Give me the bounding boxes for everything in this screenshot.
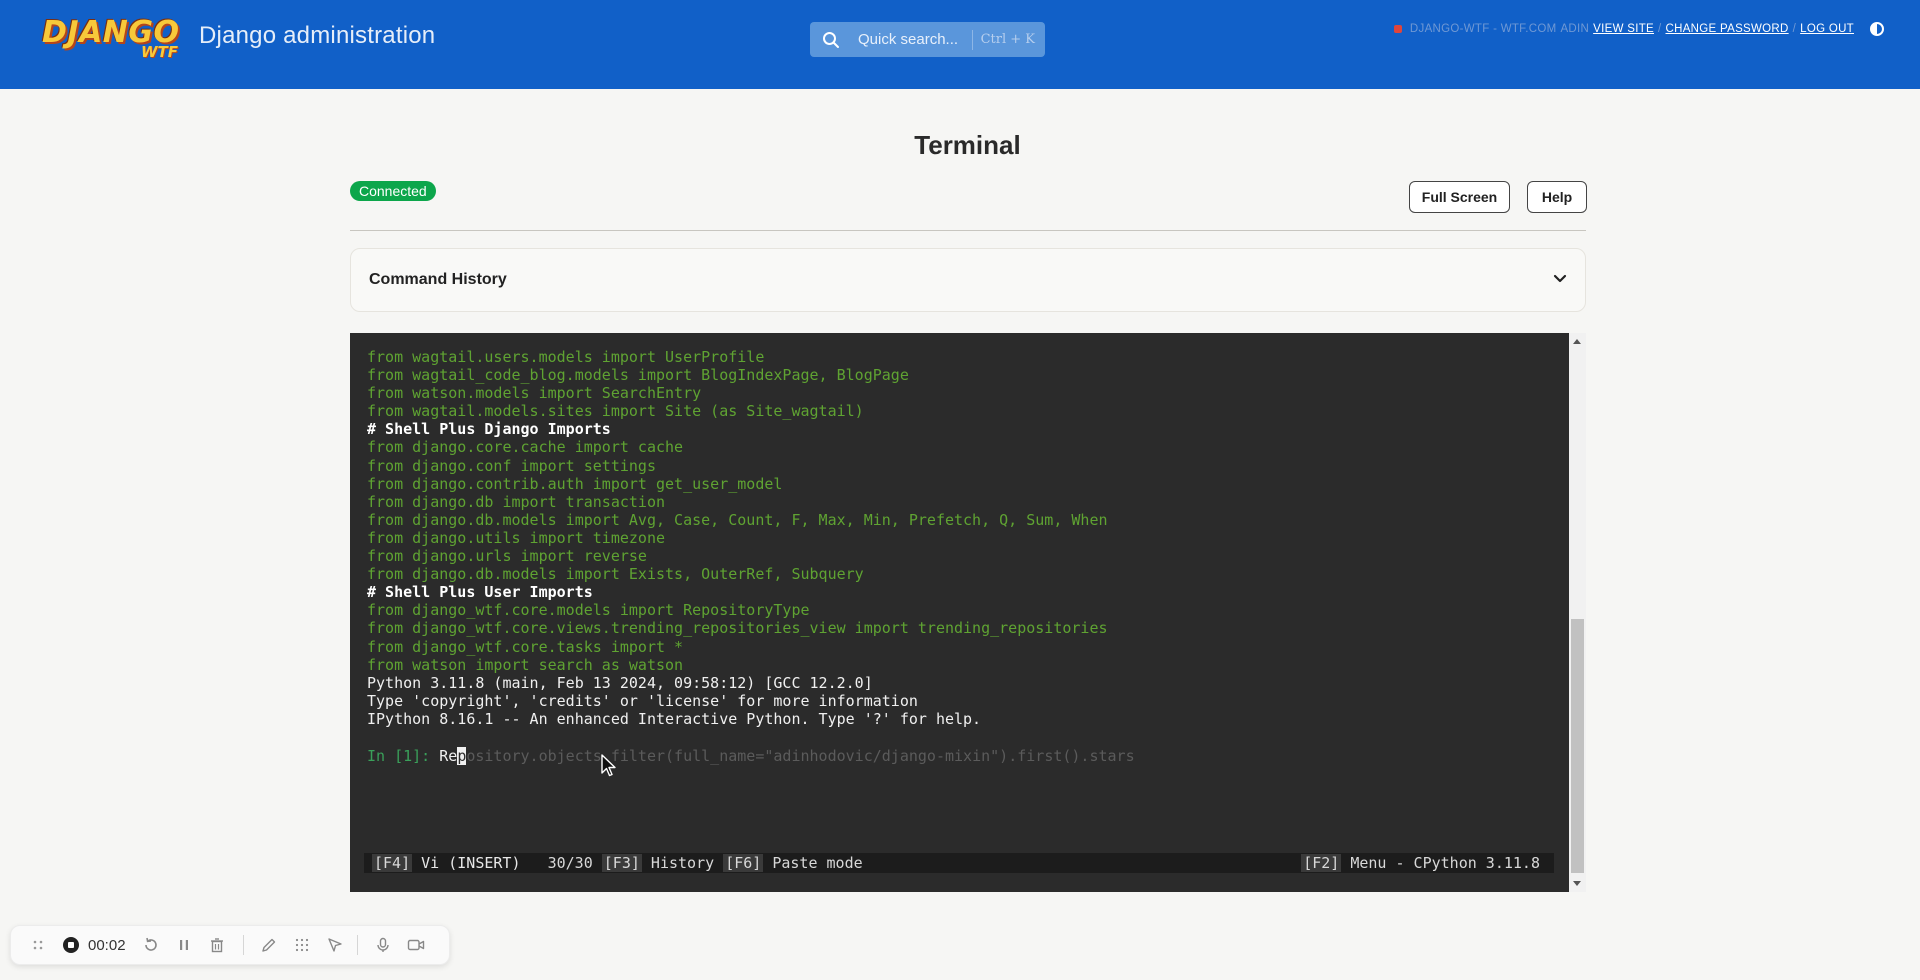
chevron-down-icon[interactable] bbox=[1553, 271, 1567, 290]
recording-timer: 00:02 bbox=[88, 936, 126, 954]
terminal-statusbar: [F4] Vi (INSERT) 30/30 [F3] History [F6]… bbox=[364, 853, 1554, 873]
screen-recorder-toolbar: 00:02 bbox=[10, 925, 450, 965]
text-cursor: p bbox=[457, 747, 467, 765]
divider bbox=[350, 230, 1586, 231]
terminal-window[interactable]: from wagtail.users.models import UserPro… bbox=[350, 333, 1569, 892]
autosuggestion-text: ository.objects.filter(full_name="adinho… bbox=[466, 747, 1135, 765]
terminal-prompt-line[interactable]: In [1]: Repository.objects.filter(full_n… bbox=[367, 747, 1135, 765]
cursor-highlight-icon[interactable] bbox=[324, 934, 346, 956]
scroll-up-icon[interactable] bbox=[1573, 339, 1581, 344]
terminal-line: from django.db.models import Avg, Case, … bbox=[367, 510, 1108, 529]
terminal-line: from django_wtf.core.views.trending_repo… bbox=[367, 619, 1108, 638]
terminal-line: from django.core.cache import cache bbox=[367, 438, 684, 457]
restart-icon[interactable] bbox=[140, 934, 162, 956]
connection-status-badge: Connected bbox=[350, 181, 436, 201]
history-label: History bbox=[641, 854, 715, 872]
stop-recording-icon[interactable] bbox=[60, 934, 82, 956]
admin-header: DJANGO WTF Django administration Quick s… bbox=[0, 0, 1920, 89]
toolbar-divider bbox=[242, 935, 244, 955]
history-key[interactable]: [F3] bbox=[601, 854, 642, 872]
search-icon bbox=[810, 22, 852, 57]
prompt-label: In [1]: bbox=[367, 747, 440, 765]
menu-label: Menu - CPython 3.11.8 bbox=[1341, 854, 1540, 872]
grid-icon[interactable] bbox=[291, 934, 313, 956]
full-screen-button[interactable]: Full Screen bbox=[1409, 181, 1510, 213]
terminal-line: from wagtail.users.models import UserPro… bbox=[367, 348, 765, 366]
scrollbar-thumb[interactable] bbox=[1571, 619, 1584, 873]
terminal-line: IPython 8.16.1 -- An enhanced Interactiv… bbox=[367, 709, 982, 728]
vi-mode-label: Vi (INSERT) bbox=[412, 854, 521, 872]
change-password-link[interactable]: CHANGE PASSWORD bbox=[1666, 23, 1789, 35]
theme-toggle-icon[interactable] bbox=[1870, 22, 1884, 36]
command-history-label: Command History bbox=[369, 271, 507, 288]
terminal-line: from wagtail.models.sites import Site (a… bbox=[367, 402, 864, 421]
scroll-down-icon[interactable] bbox=[1573, 881, 1581, 886]
terminal-line: from django.utils import timezone bbox=[367, 528, 666, 547]
search-shortcut-hint: Ctrl + K bbox=[971, 29, 1043, 50]
log-out-link[interactable]: LOG OUT bbox=[1800, 23, 1854, 35]
user-tools: DJANGO-WTF - WTF.COM ADIN VIEW SITE / CH… bbox=[1393, 22, 1884, 36]
view-site-link[interactable]: VIEW SITE bbox=[1593, 23, 1654, 35]
terminal-line: from django_wtf.core.models import Repos… bbox=[367, 601, 810, 620]
logo-sub-text: WTF bbox=[140, 43, 178, 61]
typed-input: Re bbox=[439, 747, 458, 765]
terminal-line: # Shell Plus Django Imports bbox=[367, 420, 611, 439]
page-title: Terminal bbox=[914, 130, 1021, 160]
mode-key[interactable]: [F4] bbox=[372, 854, 413, 872]
terminal-scrollbar[interactable] bbox=[1569, 333, 1586, 892]
terminal-line: from django.urls import reverse bbox=[367, 547, 647, 566]
quick-search-box[interactable]: Quick search... Ctrl + K bbox=[810, 22, 1045, 57]
toolbar-divider bbox=[356, 935, 358, 955]
paste-mode-key[interactable]: [F6] bbox=[723, 854, 764, 872]
mouse-pointer-icon bbox=[601, 754, 617, 783]
paste-mode-label: Paste mode bbox=[763, 854, 863, 872]
camera-icon[interactable] bbox=[405, 934, 427, 956]
site-title[interactable]: Django administration bbox=[199, 22, 435, 50]
history-count: 30/30 bbox=[547, 854, 593, 872]
help-button[interactable]: Help bbox=[1527, 181, 1587, 213]
search-placeholder: Quick search... bbox=[858, 31, 959, 48]
terminal-line: from django_wtf.core.tasks import * bbox=[367, 637, 684, 656]
terminal-line: from django.contrib.auth import get_user… bbox=[367, 474, 783, 493]
pause-icon[interactable] bbox=[173, 934, 195, 956]
terminal-line: from django.db.models import Exists, Out… bbox=[367, 565, 864, 584]
separator: / bbox=[1792, 23, 1797, 35]
pen-icon[interactable] bbox=[258, 934, 280, 956]
trash-icon[interactable] bbox=[206, 934, 228, 956]
terminal-line: Python 3.11.8 (main, Feb 13 2024, 09:58:… bbox=[367, 673, 873, 692]
command-history-accordion[interactable]: Command History bbox=[350, 248, 1586, 312]
site-logo[interactable]: DJANGO WTF bbox=[42, 16, 179, 62]
terminal-line: from django.db import transaction bbox=[367, 492, 666, 511]
separator: / bbox=[1658, 23, 1662, 35]
terminal-output: from wagtail.users.models import UserPro… bbox=[367, 348, 1108, 728]
terminal-line: Type 'copyright', 'credits' or 'license'… bbox=[367, 691, 918, 710]
username: ADIN bbox=[1560, 23, 1590, 35]
microphone-icon[interactable] bbox=[372, 934, 394, 956]
terminal-line: from watson.models import SearchEntry bbox=[367, 384, 702, 403]
terminal-line: from django.conf import settings bbox=[367, 456, 656, 475]
environment-indicator-icon bbox=[1393, 25, 1402, 33]
site-environment-label: DJANGO-WTF - WTF.COM bbox=[1409, 23, 1557, 35]
terminal-line: from wagtail_code_blog.models import Blo… bbox=[367, 366, 909, 385]
terminal-line: # Shell Plus User Imports bbox=[367, 583, 593, 602]
terminal-line: from watson import search as watson bbox=[367, 655, 684, 674]
drag-handle-icon[interactable] bbox=[27, 934, 49, 956]
menu-key[interactable]: [F2] bbox=[1301, 854, 1342, 872]
